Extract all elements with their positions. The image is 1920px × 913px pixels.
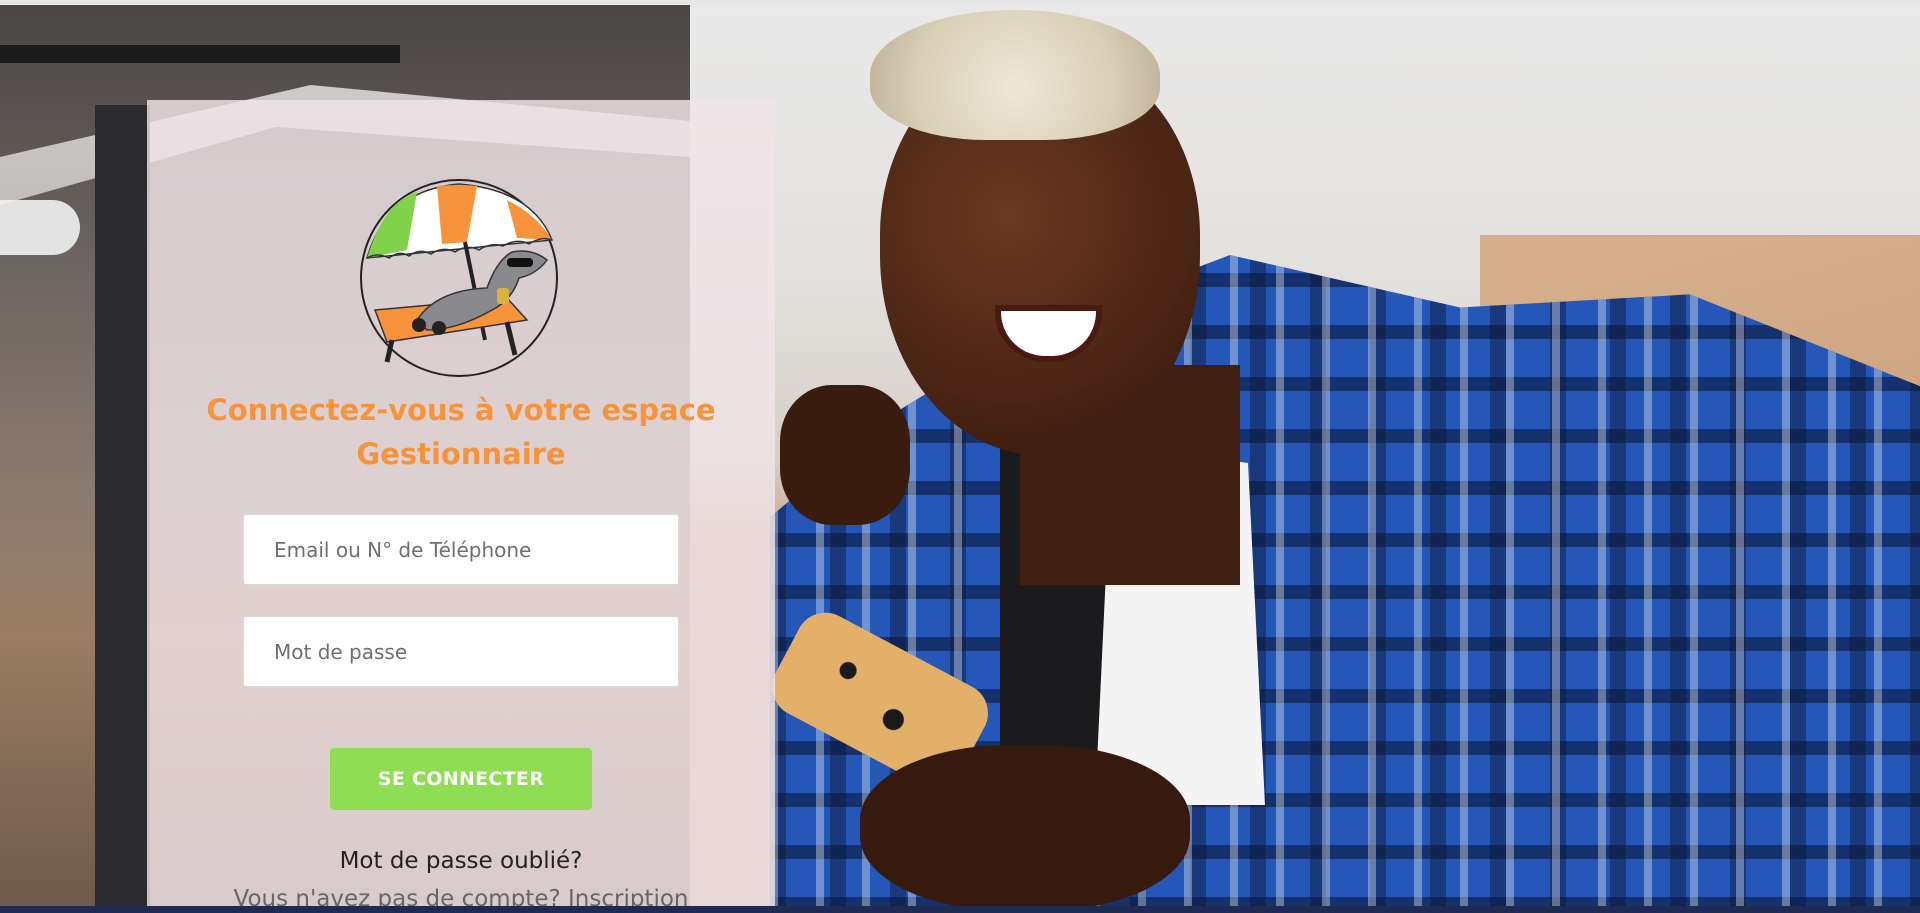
login-button[interactable]: SE CONNECTER <box>330 748 592 810</box>
ceiling-lamp <box>0 200 80 255</box>
hair <box>870 10 1160 140</box>
raised-hand <box>780 385 910 525</box>
forgot-password-link[interactable]: Mot de passe oublié? <box>147 848 775 874</box>
password-input[interactable] <box>243 616 679 687</box>
bottom-border <box>0 906 1920 913</box>
title-line-2: Gestionnaire <box>356 437 566 471</box>
hand-holding-phone <box>860 745 1190 911</box>
page-title: Connectez-vous à votre espace Gestionnai… <box>147 388 775 476</box>
login-page: Connectez-vous à votre espace Gestionnai… <box>0 0 1920 913</box>
brand-logo-icon <box>360 179 558 377</box>
title-line-1: Connectez-vous à votre espace <box>206 393 716 427</box>
pillar <box>95 105 150 906</box>
ceiling-pipe <box>0 45 400 63</box>
email-or-phone-input[interactable] <box>243 514 679 585</box>
